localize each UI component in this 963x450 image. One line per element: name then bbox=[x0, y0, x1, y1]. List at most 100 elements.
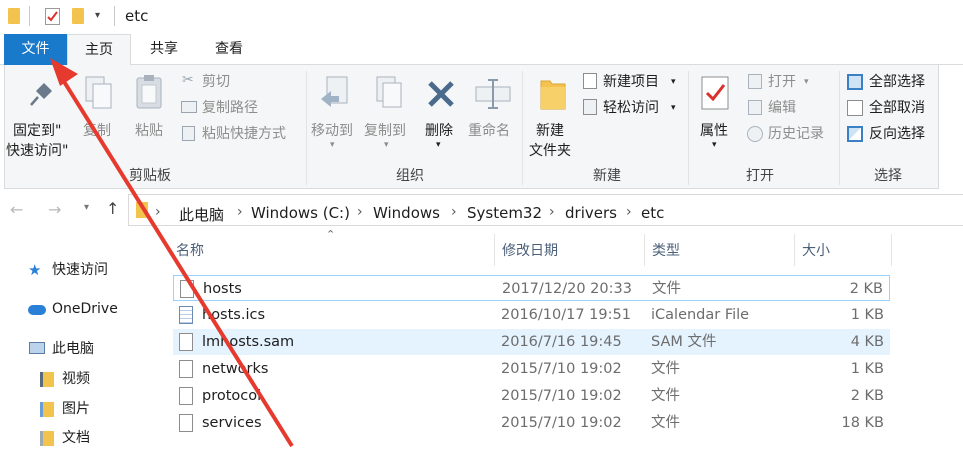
nav-item-onedrive[interactable]: OneDrive bbox=[28, 299, 148, 321]
pictures-folder-icon bbox=[40, 402, 54, 417]
column-header-size[interactable]: 大小 bbox=[802, 240, 830, 260]
history-button[interactable]: 历史记录 bbox=[746, 123, 838, 145]
open-label: 打开 bbox=[768, 74, 796, 90]
calendar-file-icon bbox=[179, 306, 193, 324]
breadcrumb-system32[interactable]: System32 bbox=[467, 204, 542, 222]
computer-icon bbox=[29, 342, 45, 354]
easy-access-label: 轻松访问 bbox=[603, 100, 659, 116]
new-item-label: 新建项目 bbox=[603, 74, 659, 90]
new-folder-button[interactable]: 新建 文件夹 bbox=[525, 71, 581, 161]
rename-button[interactable]: 重命名 bbox=[465, 71, 521, 151]
open-button[interactable]: 打开 ▾ bbox=[746, 71, 836, 93]
chevron-down-icon: ▾ bbox=[671, 103, 676, 113]
properties-icon bbox=[701, 76, 729, 110]
chevron-right-icon: › bbox=[626, 204, 632, 220]
history-label: 历史记录 bbox=[768, 126, 824, 142]
pin-quick-access-button[interactable]: 固定到" 快速访问" bbox=[5, 71, 77, 163]
copy-label: 复制 bbox=[83, 123, 111, 139]
up-arrow-icon[interactable]: ↑ bbox=[106, 199, 119, 218]
paste-shortcut-button[interactable]: 粘贴快捷方式 bbox=[180, 123, 300, 145]
address-bar[interactable]: › 此电脑 › Windows (C:) › Windows › System3… bbox=[128, 194, 963, 226]
group-label-organize: 组织 bbox=[396, 168, 424, 184]
group-label-open: 打开 bbox=[746, 168, 774, 184]
breadcrumb-etc[interactable]: etc bbox=[641, 204, 664, 222]
invert-selection-button[interactable]: 反向选择 bbox=[845, 123, 937, 145]
divider bbox=[29, 6, 30, 26]
copy-path-button[interactable]: 复制路径 bbox=[180, 97, 290, 119]
file-icon bbox=[179, 414, 193, 432]
back-arrow-icon[interactable]: ← bbox=[10, 200, 23, 219]
breadcrumb-windows[interactable]: Windows bbox=[373, 204, 440, 222]
chevron-down-icon: ▾ bbox=[436, 140, 441, 150]
recent-dropdown-icon[interactable]: ▾ bbox=[84, 202, 89, 213]
tab-file[interactable]: 文件 bbox=[4, 34, 67, 65]
group-label-clipboard: 剪贴板 bbox=[129, 168, 171, 184]
breadcrumb-drive-c[interactable]: Windows (C:) bbox=[251, 204, 350, 222]
table-row[interactable]: services 2015/7/10 19:02 文件 18 KB bbox=[173, 410, 890, 436]
copy-button[interactable]: 复制 bbox=[79, 71, 119, 151]
folder-icon bbox=[8, 8, 20, 24]
nav-label: 视频 bbox=[62, 371, 90, 387]
qat-dropdown-icon[interactable]: ▾ bbox=[95, 10, 100, 21]
file-type: 文件 bbox=[651, 415, 680, 431]
new-item-button[interactable]: 新建项目 ▾ bbox=[581, 71, 683, 93]
column-separator[interactable] bbox=[891, 234, 892, 266]
file-size: 4 KB bbox=[850, 334, 884, 350]
nav-item-this-pc[interactable]: 此电脑 bbox=[28, 339, 148, 361]
select-none-button[interactable]: 全部取消 bbox=[845, 97, 937, 119]
file-name: services bbox=[202, 415, 262, 431]
paste-button[interactable]: 粘贴 bbox=[127, 71, 171, 151]
column-separator[interactable] bbox=[794, 234, 795, 266]
invert-selection-icon bbox=[847, 126, 863, 142]
column-header-date[interactable]: 修改日期 bbox=[502, 240, 558, 260]
table-row[interactable]: networks 2015/7/10 19:02 文件 1 KB bbox=[173, 356, 890, 382]
column-header-name[interactable]: 名称 bbox=[176, 240, 204, 260]
tab-home[interactable]: 主页 bbox=[67, 34, 131, 66]
table-row[interactable]: protocol 2015/7/10 19:02 文件 2 KB bbox=[173, 383, 890, 409]
breadcrumb-drivers[interactable]: drivers bbox=[565, 204, 617, 222]
title-bar: ▾ etc bbox=[0, 0, 963, 34]
file-type: iCalendar File bbox=[651, 307, 750, 323]
move-to-button[interactable]: 移动到 ▾ bbox=[308, 71, 360, 161]
tab-view[interactable]: 查看 bbox=[197, 34, 261, 65]
copy-to-button[interactable]: 复制到 ▾ bbox=[362, 71, 414, 161]
nav-item-videos[interactable]: 视频 bbox=[40, 369, 150, 391]
file-list: ⌃ 名称 修改日期 类型 大小 hosts 2017/12/20 20:33 文… bbox=[158, 228, 963, 447]
videos-folder-icon bbox=[40, 372, 54, 387]
forward-arrow-icon[interactable]: → bbox=[48, 200, 61, 219]
file-date: 2015/7/10 19:02 bbox=[501, 361, 622, 377]
tab-share[interactable]: 共享 bbox=[131, 34, 197, 65]
edit-button[interactable]: 编辑 bbox=[746, 97, 836, 119]
cut-button[interactable]: ✂ 剪切 bbox=[180, 71, 290, 93]
table-row[interactable]: hosts.ics 2016/10/17 19:51 iCalendar Fil… bbox=[173, 302, 890, 328]
delete-button[interactable]: 删除 ▾ bbox=[420, 71, 460, 161]
table-row[interactable]: lmhosts.sam 2016/7/16 19:45 SAM 文件 4 KB bbox=[173, 329, 890, 355]
paste-shortcut-icon bbox=[182, 126, 195, 141]
properties-qat-icon[interactable] bbox=[45, 8, 60, 25]
new-folder-qat-icon[interactable] bbox=[72, 8, 84, 24]
new-folder-icon bbox=[540, 80, 566, 110]
delete-icon bbox=[428, 81, 454, 107]
nav-item-pictures[interactable]: 图片 bbox=[40, 399, 150, 421]
cut-label: 剪切 bbox=[202, 74, 230, 90]
pin-label-line2: 快速访问" bbox=[6, 143, 69, 159]
column-separator[interactable] bbox=[494, 234, 495, 266]
select-all-button[interactable]: 全部选择 bbox=[845, 71, 937, 93]
column-separator[interactable] bbox=[644, 234, 645, 266]
window-title: etc bbox=[125, 7, 149, 25]
file-icon bbox=[179, 387, 193, 405]
column-header-type[interactable]: 类型 bbox=[652, 240, 680, 260]
nav-item-quick-access[interactable]: ★ 快速访问 bbox=[28, 260, 148, 282]
history-icon bbox=[747, 126, 763, 142]
chevron-down-icon: ▾ bbox=[712, 140, 717, 150]
address-row: ← → ▾ ↑ › 此电脑 › Windows (C:) › Windows ›… bbox=[0, 192, 963, 228]
properties-button[interactable]: 属性 ▾ bbox=[693, 71, 739, 161]
easy-access-button[interactable]: 轻松访问 ▾ bbox=[581, 97, 683, 119]
table-row[interactable]: hosts 2017/12/20 20:33 文件 2 KB bbox=[173, 275, 890, 301]
chevron-down-icon: ▾ bbox=[804, 77, 809, 87]
invert-selection-label: 反向选择 bbox=[869, 126, 925, 142]
select-all-label: 全部选择 bbox=[869, 74, 925, 90]
ribbon-tab-bar: 文件 主页 共享 查看 bbox=[0, 34, 963, 66]
chevron-down-icon: ▾ bbox=[384, 140, 389, 150]
breadcrumb-this-pc[interactable]: 此电脑 bbox=[179, 204, 224, 225]
